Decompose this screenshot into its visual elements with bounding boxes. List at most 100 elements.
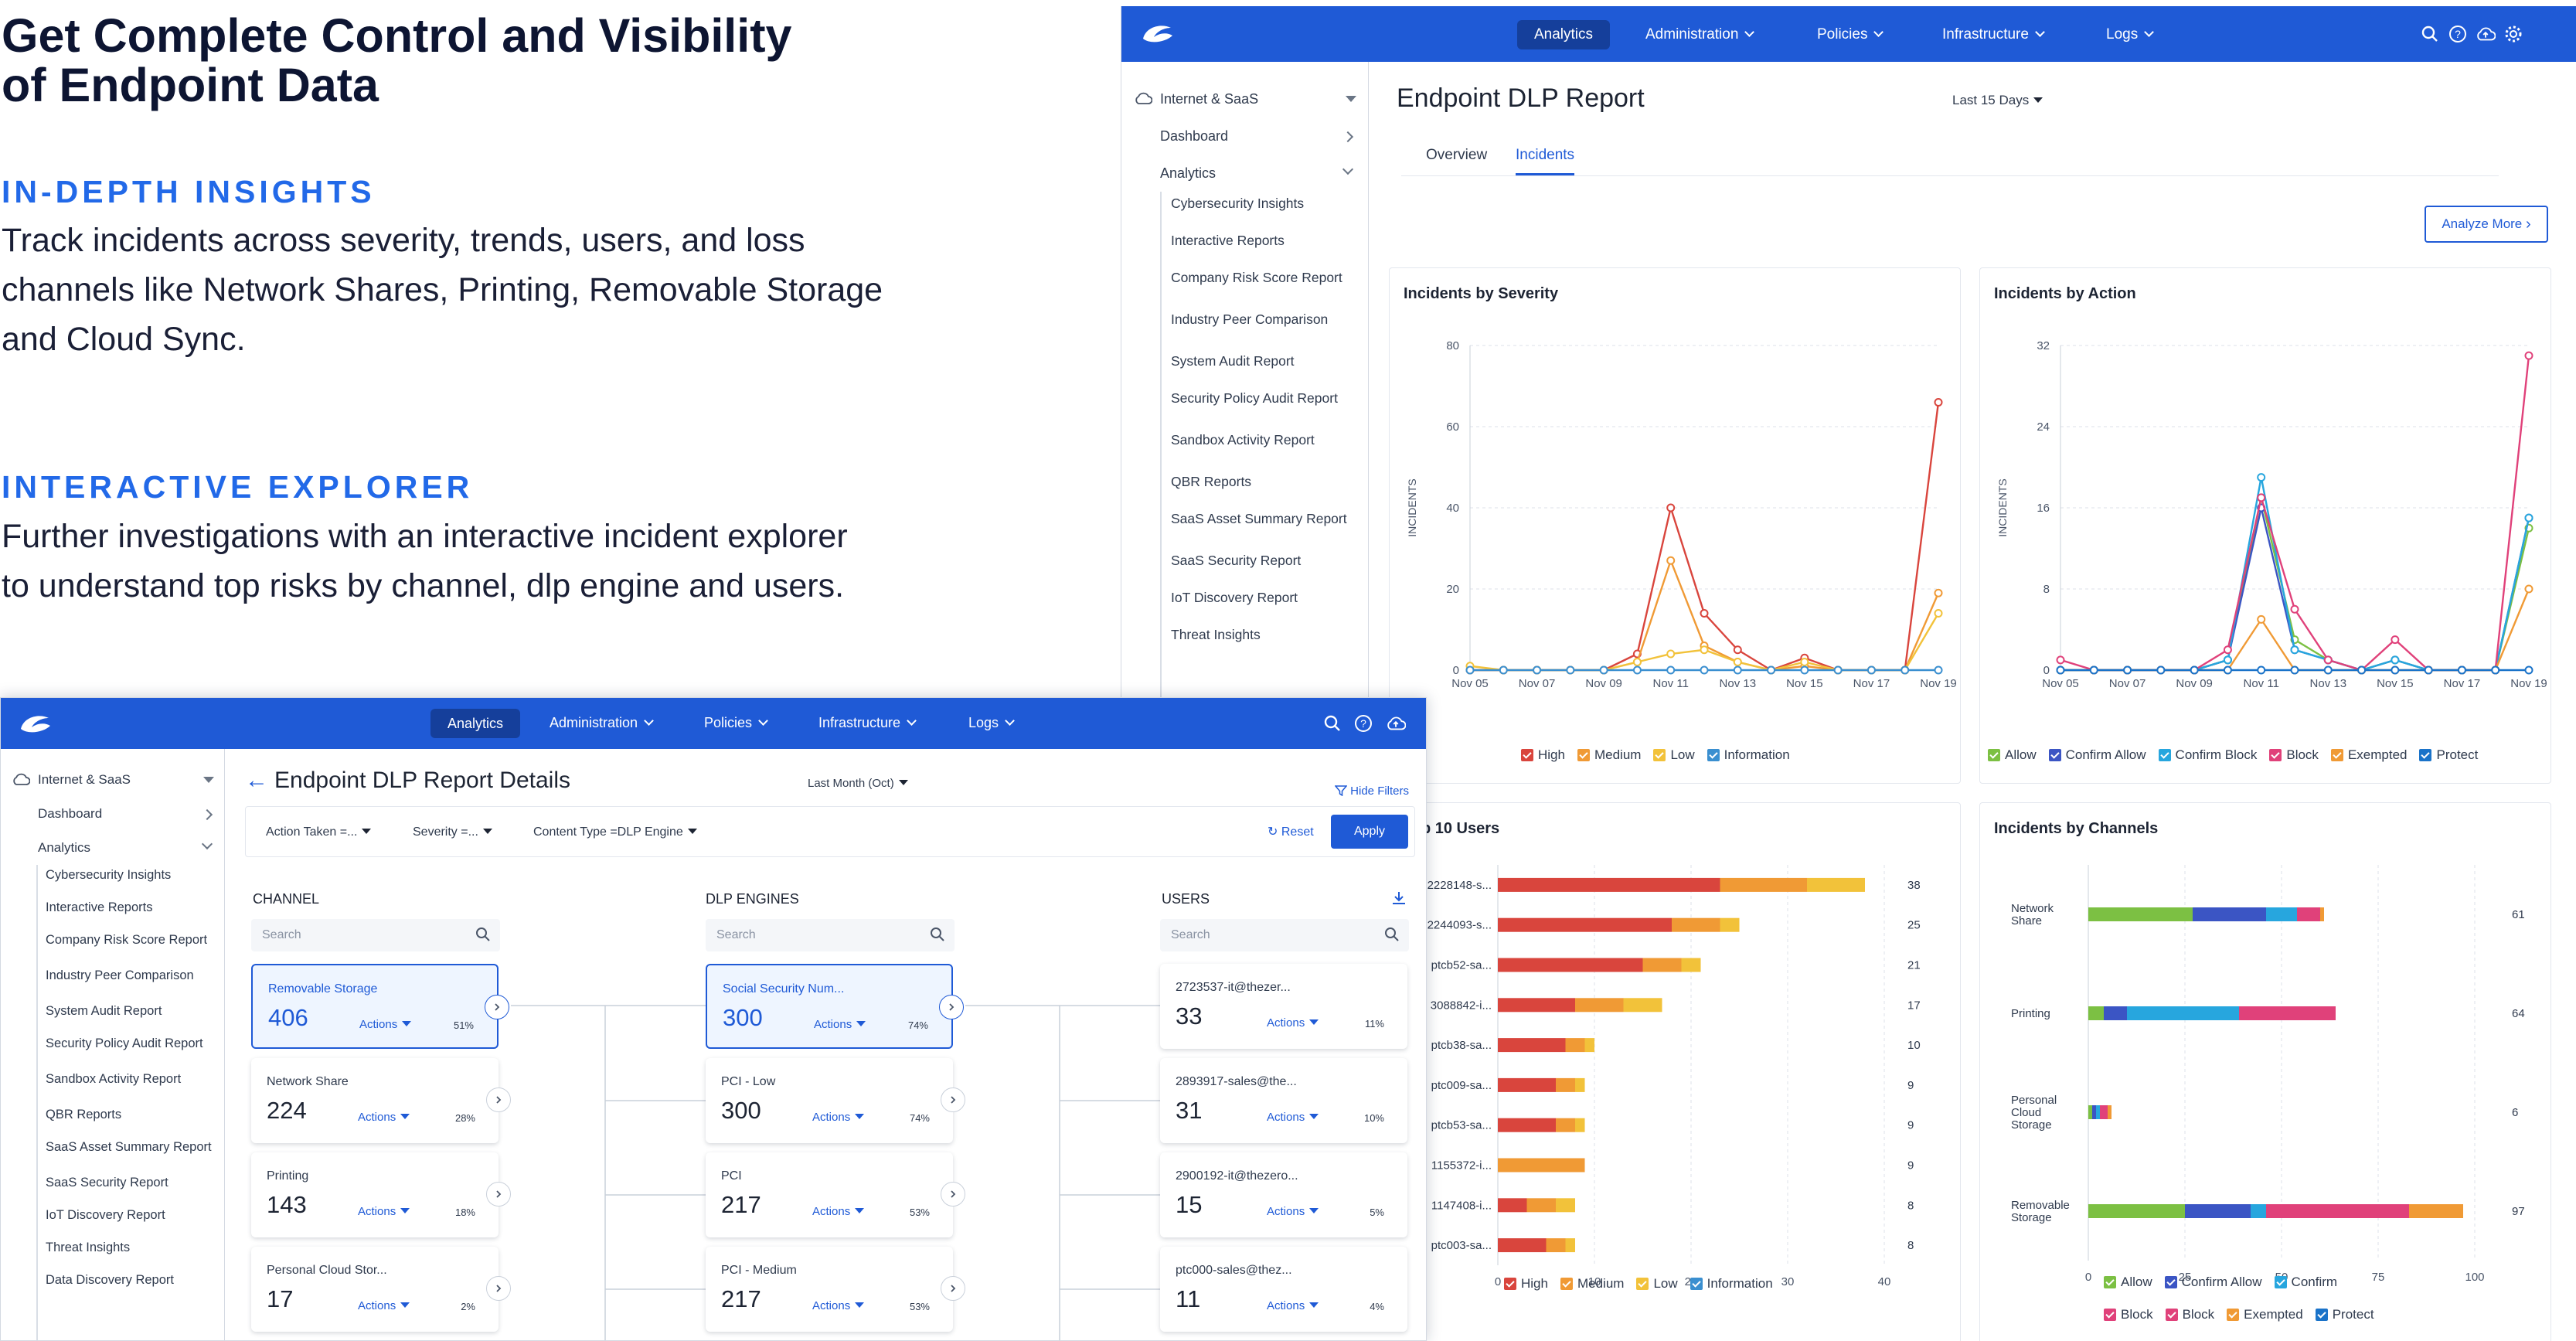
date-range-label: Last 15 Days [1952, 93, 2030, 107]
sidebar-item-industry-peer-comparison[interactable]: Industry Peer Comparison [1171, 309, 1349, 329]
actions-dropdown[interactable]: Actions [814, 1018, 866, 1031]
bar-segment-medium [1575, 998, 1624, 1013]
engine-node[interactable]: PCI - Low 300 Actions 74% [706, 1058, 965, 1143]
bar-total-label: 6 [2512, 1106, 2518, 1119]
legend-item[interactable]: Exempted [2227, 1307, 2303, 1322]
sidebar-item-qbr-reports[interactable]: QBR Reports [1171, 471, 1349, 492]
channel-node[interactable]: Removable Storage 406 Actions 51% [251, 964, 509, 1049]
legend-item[interactable]: High [1504, 1276, 1548, 1292]
expand-arrow-icon[interactable] [939, 995, 964, 1019]
cloud-upload-icon[interactable] [2476, 24, 2496, 44]
expand-arrow-icon[interactable] [941, 1276, 965, 1301]
expand-arrow-icon[interactable] [486, 1276, 511, 1301]
series-line-exempted [2060, 588, 2530, 672]
node-percent: 11% [1364, 1018, 1384, 1030]
tab-overview[interactable]: Overview [1426, 147, 1487, 164]
legend-item[interactable]: Information [1690, 1276, 1773, 1292]
legend-item[interactable]: Information [1707, 747, 1790, 763]
nav-analytics[interactable]: Analytics [1517, 20, 1611, 49]
sidebar-item-dashboard[interactable]: Dashboard [1160, 128, 1228, 145]
channel-node[interactable]: Personal Cloud Stor... 17 Actions 2% [251, 1247, 511, 1332]
actions-dropdown[interactable]: Actions [358, 1205, 410, 1218]
data-point [1666, 503, 1676, 512]
engine-node[interactable]: PCI 217 Actions 53% [706, 1152, 965, 1237]
actions-dropdown[interactable]: Actions [1267, 1299, 1319, 1312]
expand-arrow-icon[interactable] [486, 1182, 511, 1207]
search-icon[interactable] [2420, 24, 2440, 44]
zscaler-logo-icon[interactable] [1138, 22, 1176, 46]
help-icon[interactable]: ? [2448, 24, 2468, 44]
legend-item[interactable]: Block [2165, 1307, 2214, 1322]
tab-incidents[interactable]: Incidents [1516, 147, 1575, 175]
gear-icon[interactable] [2503, 24, 2523, 44]
actions-dropdown[interactable]: Actions [812, 1205, 865, 1218]
nav-infrastructure[interactable]: Infrastructure [1942, 26, 2045, 43]
actions-dropdown[interactable]: Actions [359, 1018, 412, 1031]
channel-node[interactable]: Printing 143 Actions 18% [251, 1152, 511, 1237]
sidebar-item-cybersecurity-insights[interactable]: Cybersecurity Insights [1171, 193, 1349, 213]
legend-item[interactable]: Confirm Allow [2048, 747, 2146, 763]
x-tick-label: Nov 07 [1519, 677, 1556, 690]
expand-arrow-icon[interactable] [485, 995, 509, 1019]
sidebar-item-interactive-reports[interactable]: Interactive Reports [1171, 230, 1349, 250]
engine-node[interactable]: Social Security Num... 300 Actions 74% [706, 964, 964, 1049]
sidebar-item-company-risk-score-report[interactable]: Company Risk Score Report [1171, 267, 1349, 288]
sidebar-item-sandbox-activity-report[interactable]: Sandbox Activity Report [1171, 430, 1349, 450]
actions-dropdown[interactable]: Actions [1267, 1016, 1319, 1030]
x-tick-label: Nov 09 [2176, 677, 2213, 690]
incidents-by-channels-card: Incidents by Channels 0255075100NetworkS… [1979, 802, 2551, 1341]
expand-arrow-icon[interactable] [941, 1087, 965, 1112]
legend-item[interactable]: High [1521, 747, 1565, 763]
sidebar-item-analytics[interactable]: Analytics [1160, 165, 1216, 182]
legend-item[interactable]: Block [2104, 1307, 2153, 1322]
bar-segment-exempted [2409, 1204, 2463, 1218]
legend-item[interactable]: Allow [2104, 1275, 2152, 1290]
channel-node[interactable]: Network Share 224 Actions 28% [251, 1058, 511, 1143]
chart-title: Incidents by Severity [1404, 285, 1559, 302]
user-node[interactable]: 2893917-sales@the... 31 Actions 10% [1160, 1058, 1407, 1143]
sidebar-item-saas-security-report[interactable]: SaaS Security Report [1171, 550, 1349, 570]
sidebar-item-saas-asset-summary-report[interactable]: SaaS Asset Summary Report [1171, 509, 1349, 529]
legend-item[interactable]: Confirm Allow [2164, 1275, 2262, 1290]
legend-item[interactable]: Medium [1560, 1276, 1624, 1292]
legend-item[interactable]: Low [1636, 1276, 1678, 1292]
expand-arrow-icon[interactable] [941, 1182, 965, 1207]
expand-arrow-icon[interactable] [486, 1087, 511, 1112]
legend-item[interactable]: Exempted [2330, 747, 2407, 763]
actions-dropdown[interactable]: Actions [812, 1299, 865, 1312]
legend-item[interactable]: Protect [2315, 1307, 2374, 1322]
nav-policies[interactable]: Policies [1817, 26, 1884, 43]
legend-item[interactable]: Low [1653, 747, 1695, 763]
sidebar-item-security-policy-audit-report[interactable]: Security Policy Audit Report [1171, 388, 1349, 408]
nav-logs[interactable]: Logs [2106, 26, 2155, 43]
legend-item[interactable]: Protect [2419, 747, 2478, 763]
analyze-more-button[interactable]: Analyze More › [2425, 206, 2548, 243]
actions-dropdown[interactable]: Actions [1267, 1111, 1319, 1124]
actions-dropdown[interactable]: Actions [1267, 1205, 1319, 1218]
actions-label: Actions [358, 1205, 396, 1218]
sidebar-item-threat-insights[interactable]: Threat Insights [1171, 625, 1349, 645]
user-node[interactable]: ptc000-sales@thez... 11 Actions 4% [1160, 1247, 1407, 1332]
legend-swatch [1504, 1278, 1516, 1290]
bar-segment-medium [1556, 1077, 1575, 1092]
date-range-dropdown[interactable]: Last 15 Days [1952, 93, 2043, 108]
legend-item[interactable]: Confirm [2274, 1275, 2337, 1290]
y-tick-label: 40 [1446, 502, 1459, 515]
sidebar-item-system-audit-report[interactable]: System Audit Report [1171, 351, 1349, 371]
engine-node[interactable]: PCI - Medium 217 Actions 53% [706, 1247, 965, 1332]
legend-item[interactable]: Medium [1577, 747, 1641, 763]
chart-title: Incidents by Channels [1994, 820, 2159, 837]
actions-dropdown[interactable]: Actions [358, 1111, 410, 1124]
user-node[interactable]: 2723537-it@thezer... 33 Actions 11% [1160, 964, 1407, 1049]
user-node[interactable]: 2900192-it@thezero... 15 Actions 5% [1160, 1152, 1407, 1237]
legend-item[interactable]: Confirm Block [2158, 747, 2257, 763]
sidebar-item-iot-discovery-report[interactable]: IoT Discovery Report [1171, 587, 1349, 608]
sidebar-group-internet-saas[interactable]: Internet & SaaS [1160, 91, 1258, 107]
nav-administration[interactable]: Administration [1645, 26, 1755, 43]
caret-down-icon [855, 1302, 865, 1308]
bar-total-label: 9 [1907, 1159, 1914, 1173]
actions-dropdown[interactable]: Actions [812, 1111, 865, 1124]
actions-dropdown[interactable]: Actions [358, 1299, 410, 1312]
legend-item[interactable]: Allow [1988, 747, 2037, 763]
legend-item[interactable]: Block [2269, 747, 2319, 763]
